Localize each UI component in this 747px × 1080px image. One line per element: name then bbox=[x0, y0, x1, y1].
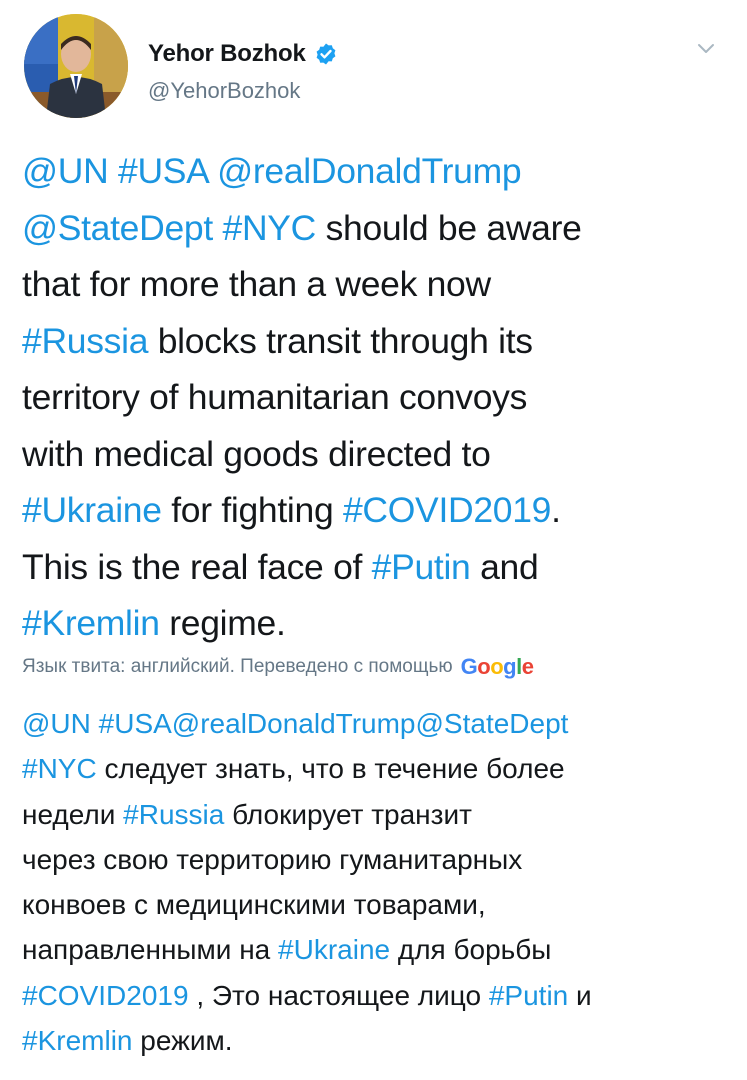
tweet-line: #Kremlin regime. bbox=[22, 595, 734, 652]
text-segment: territory of humanitarian convoys bbox=[22, 377, 528, 417]
verified-badge-icon bbox=[316, 43, 336, 65]
author-name[interactable]: Yehor Bozhok bbox=[148, 40, 306, 68]
text-segment: for fighting bbox=[161, 490, 343, 530]
hashtag-link[interactable]: #NYC bbox=[223, 208, 317, 248]
google-logo: Google bbox=[460, 654, 534, 679]
hashtag-link[interactable]: #COVID2019 bbox=[343, 490, 551, 530]
hashtag-link[interactable]: #NYC bbox=[22, 753, 97, 784]
text-segment: направленными на bbox=[22, 934, 279, 966]
hashtag-link[interactable]: #COVID2019 bbox=[22, 980, 189, 1011]
text-segment: , Это настоящее лицо bbox=[188, 979, 489, 1011]
tweet-line: with medical goods directed to bbox=[22, 426, 734, 483]
text-segment: with medical goods directed to bbox=[22, 433, 491, 474]
text-segment: and bbox=[470, 546, 539, 587]
text-segment: блокирует транзит bbox=[224, 798, 472, 830]
translation-line: направленными на #Ukraine для борьбы bbox=[22, 927, 734, 972]
tweet-card: Yehor Bozhok @YehorBozhok @UN #USA @real… bbox=[0, 0, 747, 1080]
translation-note: Язык твита: английский. Переведено с пом… bbox=[22, 654, 734, 680]
translation-line: #NYC следует знать, что в течение более bbox=[22, 746, 734, 791]
avatar[interactable] bbox=[24, 14, 128, 118]
tweet-line: #Russia blocks transit through its bbox=[22, 313, 734, 370]
translation-note-text: Язык твита: английский. Переведено с пом… bbox=[22, 656, 453, 677]
hashtag-link[interactable]: #USA@realDonaldTrump@StateDept bbox=[99, 708, 569, 739]
translation-line: @UN #USA@realDonaldTrump@StateDept bbox=[22, 701, 734, 746]
text-segment: This is the real face of bbox=[22, 546, 372, 587]
hashtag-link[interactable]: #Ukraine bbox=[278, 934, 390, 965]
hashtag-link[interactable]: #Putin bbox=[372, 547, 471, 587]
text-segment: that for more than a week now bbox=[22, 264, 491, 304]
tweet-line: that for more than a week now bbox=[22, 256, 734, 313]
text-segment: режим. bbox=[132, 1025, 233, 1057]
hashtag-link[interactable]: #Kremlin bbox=[22, 603, 160, 643]
translation-line: конвоев с медицинскими товарами, bbox=[22, 882, 734, 927]
tweet-line: This is the real face of #Putin and bbox=[22, 539, 734, 596]
translation-line: через свою территорию гуманитарных bbox=[22, 837, 734, 882]
text-segment: should be aware bbox=[316, 207, 582, 248]
author-handle[interactable]: @YehorBozhok bbox=[148, 78, 300, 104]
translation-line: #Kremlin режим. bbox=[22, 1018, 734, 1063]
hashtag-link[interactable]: #Russia bbox=[123, 799, 224, 830]
tweet-text: @UN #USA @realDonaldTrump @StateDept #NYC… bbox=[22, 143, 734, 652]
translated-text: @UN #USA@realDonaldTrump@StateDept #NYC с… bbox=[22, 701, 734, 1063]
hashtag-link[interactable]: #Kremlin bbox=[22, 1025, 132, 1056]
text-segment bbox=[208, 151, 218, 191]
name-row: Yehor Bozhok bbox=[148, 40, 338, 68]
chevron-down-icon[interactable] bbox=[694, 36, 718, 60]
mention-link[interactable]: @UN bbox=[22, 151, 109, 191]
tweet-header: Yehor Bozhok @YehorBozhok bbox=[24, 14, 724, 124]
translation-line: недели #Russia блокирует транзит bbox=[22, 792, 734, 837]
text-segment: regime. bbox=[159, 603, 286, 643]
mention-link[interactable]: @StateDept bbox=[22, 208, 213, 248]
tweet-line: @UN #USA @realDonaldTrump bbox=[22, 143, 734, 200]
hashtag-link[interactable]: #Putin bbox=[489, 980, 568, 1011]
text-segment bbox=[108, 151, 118, 191]
hashtag-link[interactable]: #USA bbox=[118, 151, 208, 191]
mention-link[interactable]: @UN bbox=[22, 708, 91, 739]
text-segment: blocks transit through its bbox=[148, 320, 533, 361]
text-segment: через свою территорию гуманитарных bbox=[22, 843, 523, 875]
text-segment: и bbox=[568, 979, 592, 1011]
hashtag-link[interactable]: #Russia bbox=[22, 321, 148, 361]
hashtag-link[interactable]: #Ukraine bbox=[22, 490, 162, 530]
mention-link[interactable]: @realDonaldTrump bbox=[217, 151, 521, 191]
text-segment: следует знать, что в течение более bbox=[96, 753, 565, 785]
text-segment bbox=[213, 208, 223, 248]
tweet-line: #Ukraine for fighting #COVID2019. bbox=[22, 482, 734, 539]
text-segment: . bbox=[551, 490, 561, 530]
tweet-line: @StateDept #NYC should be aware bbox=[22, 200, 734, 257]
text-segment: конвоев с медицинскими товарами, bbox=[22, 889, 486, 921]
tweet-line: territory of humanitarian convoys bbox=[22, 369, 734, 426]
text-segment: недели bbox=[22, 798, 124, 830]
text-segment: для борьбы bbox=[390, 934, 552, 966]
text-segment bbox=[91, 708, 99, 739]
translation-line: #COVID2019 , Это настоящее лицо #Putin и bbox=[22, 973, 734, 1018]
